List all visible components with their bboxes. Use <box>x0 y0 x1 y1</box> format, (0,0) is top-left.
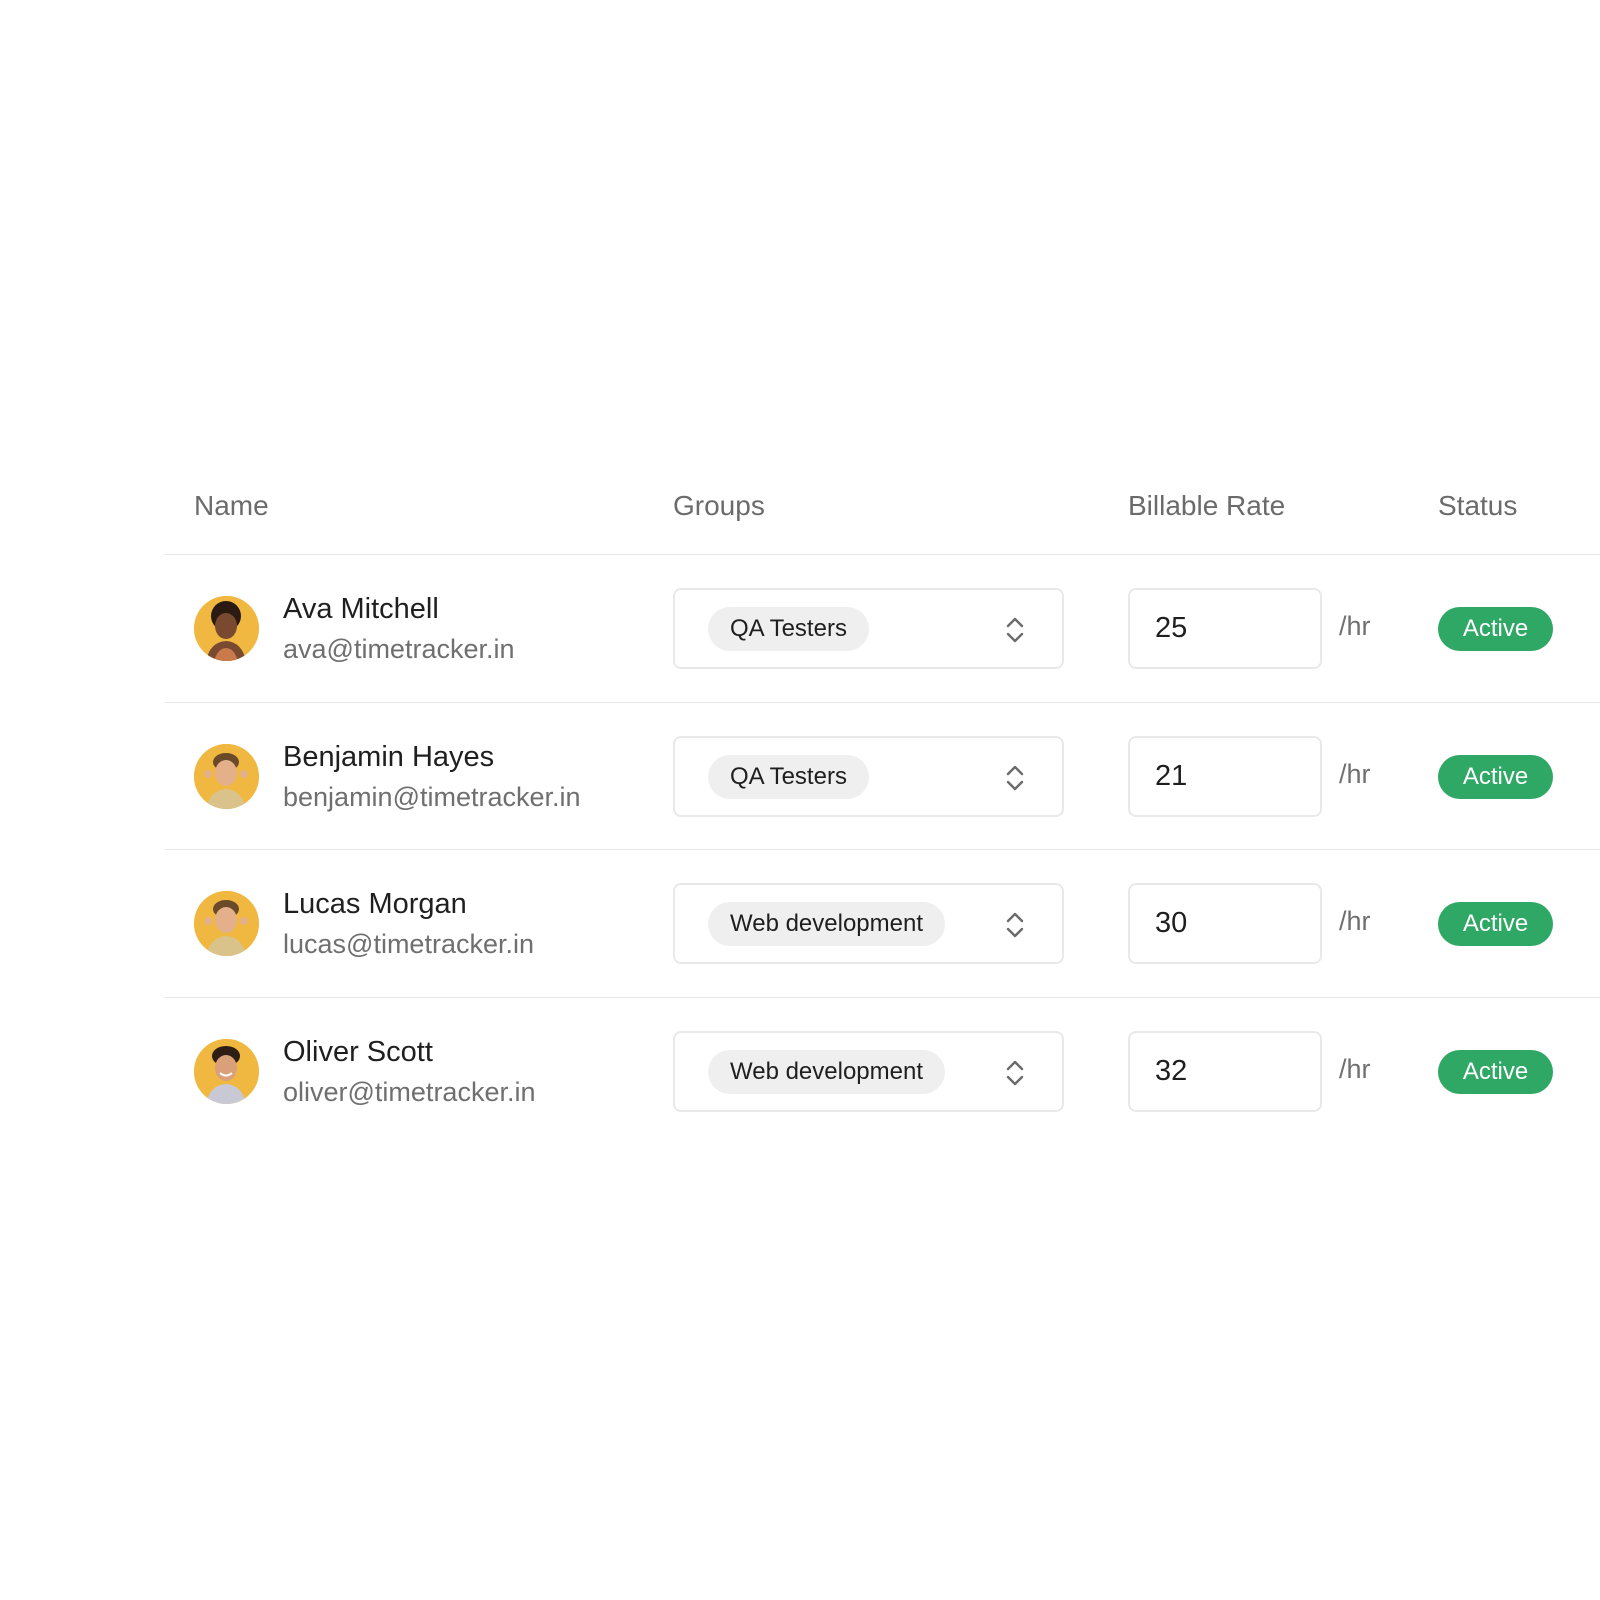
status-badge: Active <box>1438 1049 1553 1094</box>
man-avatar-icon <box>194 891 259 956</box>
avatar <box>194 743 259 809</box>
table-row: Benjamin Hayes benjamin@timetracker.in Q… <box>165 703 1600 850</box>
billable-rate-input[interactable] <box>1128 883 1322 964</box>
group-chip: QA Testers <box>708 754 869 799</box>
avatar <box>194 1038 259 1104</box>
woman-avatar-icon <box>194 596 259 661</box>
user-email: benjamin@timetracker.in <box>283 781 581 812</box>
man-avatar-icon <box>194 1038 259 1104</box>
group-chip: Web development <box>708 902 946 946</box>
group-select[interactable]: Web development <box>673 1030 1064 1112</box>
table-header: Name Groups Billable Rate Status <box>165 470 1600 555</box>
group-select[interactable]: QA Testers <box>673 735 1064 817</box>
rate-unit: /hr <box>1339 758 1371 789</box>
status-badge: Active <box>1438 607 1553 651</box>
billable-rate-input[interactable] <box>1128 735 1322 817</box>
status-badge: Active <box>1438 902 1553 946</box>
user-name: Benjamin Hayes <box>283 740 495 773</box>
avatar <box>194 891 259 956</box>
group-select[interactable]: QA Testers <box>673 588 1064 669</box>
table-row: Oliver Scott oliver@timetracker.in Web d… <box>165 998 1600 1146</box>
rate-unit: /hr <box>1339 611 1371 641</box>
column-header-groups: Groups <box>673 490 765 521</box>
user-name: Ava Mitchell <box>283 593 439 625</box>
column-header-name: Name <box>194 490 269 521</box>
rate-unit: /hr <box>1339 1053 1371 1084</box>
user-email: ava@timetracker.in <box>283 634 515 664</box>
user-name: Lucas Morgan <box>283 888 467 920</box>
rate-unit: /hr <box>1339 906 1371 936</box>
user-email: lucas@timetracker.in <box>283 929 534 959</box>
billable-rate-input[interactable] <box>1128 1030 1322 1112</box>
chevron-up-down-icon <box>1006 617 1024 643</box>
table-row: Ava Mitchell ava@timetracker.in QA Teste… <box>165 555 1600 703</box>
man-avatar-icon <box>194 743 259 809</box>
column-header-status: Status <box>1438 490 1518 521</box>
group-select[interactable]: Web development <box>673 883 1064 964</box>
group-chip: QA Testers <box>708 607 869 651</box>
avatar <box>194 596 259 661</box>
chevron-up-down-icon <box>1006 1060 1024 1085</box>
billable-rate-input[interactable] <box>1128 588 1322 669</box>
table-row: Lucas Morgan lucas@timetracker.in Web de… <box>165 850 1600 998</box>
status-badge: Active <box>1438 754 1553 799</box>
column-header-billable-rate: Billable Rate <box>1128 490 1286 521</box>
chevron-up-down-icon <box>1006 765 1024 790</box>
group-chip: Web development <box>708 1049 946 1094</box>
user-email: oliver@timetracker.in <box>283 1076 536 1107</box>
members-table: Name Groups Billable Rate Status Ava Mit… <box>165 470 1600 1145</box>
user-name: Oliver Scott <box>283 1035 433 1068</box>
chevron-up-down-icon <box>1006 912 1024 938</box>
